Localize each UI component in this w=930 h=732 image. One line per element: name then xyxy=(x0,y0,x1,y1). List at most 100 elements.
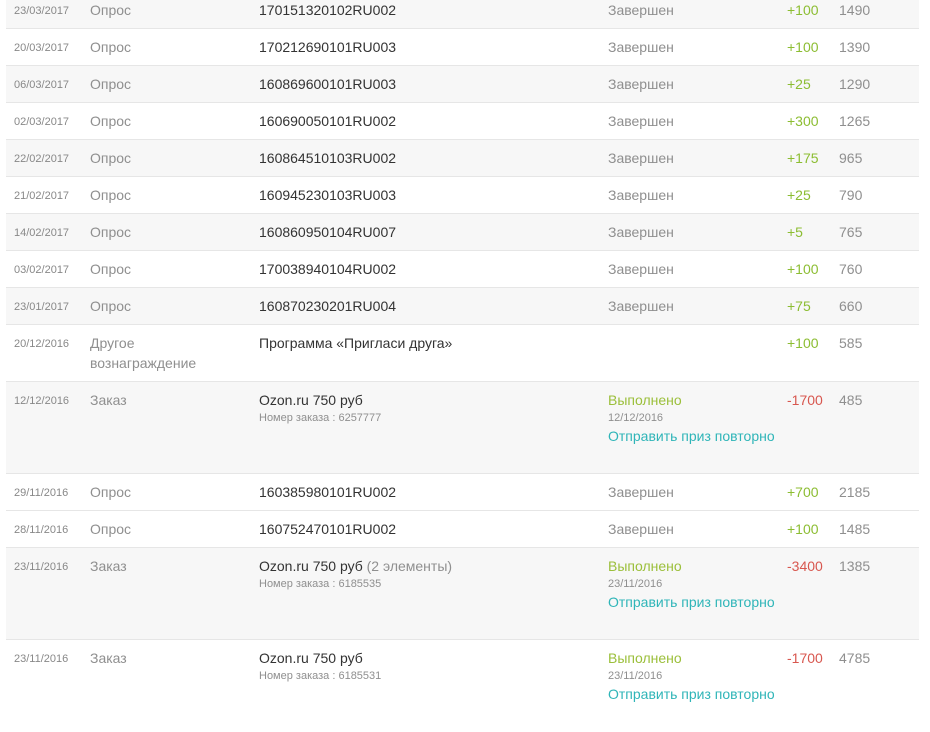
row-status: Завершен xyxy=(608,111,778,131)
row-date: 20/03/2017 xyxy=(14,42,70,54)
row-date: 12/12/2016 xyxy=(14,395,70,407)
row-description: 160870230201RU004 xyxy=(259,296,589,316)
order-item-name: Ozon.ru 750 руб xyxy=(259,392,363,408)
row-date: 21/02/2017 xyxy=(14,190,70,202)
survey-id: 160752470101RU002 xyxy=(259,521,397,537)
row-date: 29/11/2016 xyxy=(14,487,69,499)
row-date: 23/03/2017 xyxy=(14,5,70,17)
row-description: 170151320102RU002 xyxy=(259,0,589,20)
row-status: Завершен xyxy=(608,482,778,502)
table-row: 23/11/2016 Заказ Ozon.ru 750 руб (2 элем… xyxy=(6,548,919,640)
order-number: Номер заказа : 6185535 xyxy=(259,578,382,590)
row-type: Опрос xyxy=(90,150,132,166)
resend-prize-link[interactable]: Отправить приз повторно xyxy=(608,592,778,612)
survey-id: 160945230103RU003 xyxy=(259,187,397,203)
status-label: Завершен xyxy=(608,150,674,166)
row-date: 28/11/2016 xyxy=(14,524,69,536)
row-type: Опрос xyxy=(90,76,132,92)
row-status: Выполнено 23/11/2016 Отправить приз повт… xyxy=(608,648,778,704)
row-balance: 765 xyxy=(839,224,863,240)
table-row: 20/03/2017 Опрос 170212690101RU003 Завер… xyxy=(6,29,919,66)
row-description: 170038940104RU002 xyxy=(259,259,589,279)
row-balance: 660 xyxy=(839,298,863,314)
row-points: +5 xyxy=(787,224,803,240)
row-balance: 1265 xyxy=(839,113,871,129)
row-date: 02/03/2017 xyxy=(14,116,70,128)
status-label: Завершен xyxy=(608,484,674,500)
status-label: Завершен xyxy=(608,224,674,240)
row-points: +25 xyxy=(787,187,811,203)
row-description: 160752470101RU002 xyxy=(259,519,589,539)
status-label: Завершен xyxy=(608,39,674,55)
row-status: Завершен xyxy=(608,259,778,279)
table-row: 22/02/2017 Опрос 160864510103RU002 Завер… xyxy=(6,140,919,177)
table-row: 21/02/2017 Опрос 160945230103RU003 Завер… xyxy=(6,177,919,214)
row-description: Программа «Пригласи друга» xyxy=(259,333,589,353)
table-row: 29/11/2016 Опрос 160385980101RU002 Завер… xyxy=(6,474,919,511)
row-status: Выполнено 23/11/2016 Отправить приз повт… xyxy=(608,556,778,612)
row-description: 160385980101RU002 xyxy=(259,482,589,502)
row-type: Опрос xyxy=(90,261,132,277)
row-balance: 2185 xyxy=(839,484,871,500)
table-row: 03/02/2017 Опрос 170038940104RU002 Завер… xyxy=(6,251,919,288)
row-type: Заказ xyxy=(90,392,127,408)
status-date: 23/11/2016 xyxy=(608,578,663,590)
order-item-name: Ozon.ru 750 руб xyxy=(259,558,363,574)
row-type: Опрос xyxy=(90,224,132,240)
survey-id: 160864510103RU002 xyxy=(259,150,397,166)
row-balance: 965 xyxy=(839,150,863,166)
row-description: Ozon.ru 750 руб (2 элементы) Номер заказ… xyxy=(259,556,589,592)
row-balance: 1385 xyxy=(839,558,871,574)
row-status: Завершен xyxy=(608,74,778,94)
table-row: 23/03/2017 Опрос 170151320102RU002 Завер… xyxy=(6,0,919,29)
row-type: Заказ xyxy=(90,558,127,574)
row-points: +100 xyxy=(787,335,819,351)
order-item-name: Ozon.ru 750 руб xyxy=(259,650,363,666)
row-type: Опрос xyxy=(90,298,132,314)
row-points: -1700 xyxy=(787,650,823,666)
row-description: Ozon.ru 750 руб Номер заказа : 6185531 xyxy=(259,648,589,684)
row-type: Опрос xyxy=(90,187,132,203)
survey-id: 170151320102RU002 xyxy=(259,2,397,18)
row-points: -1700 xyxy=(787,392,823,408)
row-date: 23/01/2017 xyxy=(14,301,70,313)
order-number: Номер заказа : 6185531 xyxy=(259,670,382,682)
row-status: Завершен xyxy=(608,296,778,316)
points-history-table: 23/03/2017 Опрос 170151320102RU002 Завер… xyxy=(6,0,919,732)
row-date: 23/11/2016 xyxy=(14,561,69,573)
row-points: +700 xyxy=(787,484,819,500)
row-points: +175 xyxy=(787,150,819,166)
row-type: Другое вознаграждение xyxy=(90,335,197,371)
row-balance: 585 xyxy=(839,335,863,351)
row-status: Выполнено 12/12/2016 Отправить приз повт… xyxy=(608,390,778,446)
survey-id: 160385980101RU002 xyxy=(259,484,397,500)
row-status: Завершен xyxy=(608,519,778,539)
status-label: Завершен xyxy=(608,113,674,129)
row-balance: 760 xyxy=(839,261,863,277)
row-description: 160869600101RU003 xyxy=(259,74,589,94)
survey-id: 160860950104RU007 xyxy=(259,224,397,240)
row-balance: 1290 xyxy=(839,76,871,92)
row-status: Завершен xyxy=(608,148,778,168)
row-points: -3400 xyxy=(787,558,823,574)
resend-prize-link[interactable]: Отправить приз повторно xyxy=(608,684,778,704)
order-number: Номер заказа : 6257777 xyxy=(259,412,382,424)
row-balance: 1390 xyxy=(839,39,871,55)
resend-prize-link[interactable]: Отправить приз повторно xyxy=(608,426,778,446)
row-description: Ozon.ru 750 руб Номер заказа : 6257777 xyxy=(259,390,589,426)
status-date: 23/11/2016 xyxy=(608,670,663,682)
row-status: Завершен xyxy=(608,222,778,242)
table-row: 12/12/2016 Заказ Ozon.ru 750 руб Номер з… xyxy=(6,382,919,474)
row-status: Завершен xyxy=(608,185,778,205)
status-label: Выполнено xyxy=(608,650,682,666)
row-date: 20/12/2016 xyxy=(14,338,70,350)
row-type: Опрос xyxy=(90,521,132,537)
row-points: +100 xyxy=(787,2,819,18)
row-description: 170212690101RU003 xyxy=(259,37,589,57)
status-label: Завершен xyxy=(608,298,674,314)
table-row: 23/11/2016 Заказ Ozon.ru 750 руб Номер з… xyxy=(6,640,919,732)
status-label: Завершен xyxy=(608,187,674,203)
survey-id: 160869600101RU003 xyxy=(259,76,397,92)
survey-id: 170212690101RU003 xyxy=(259,39,397,55)
referral-program-label: Программа «Пригласи друга» xyxy=(259,335,453,351)
